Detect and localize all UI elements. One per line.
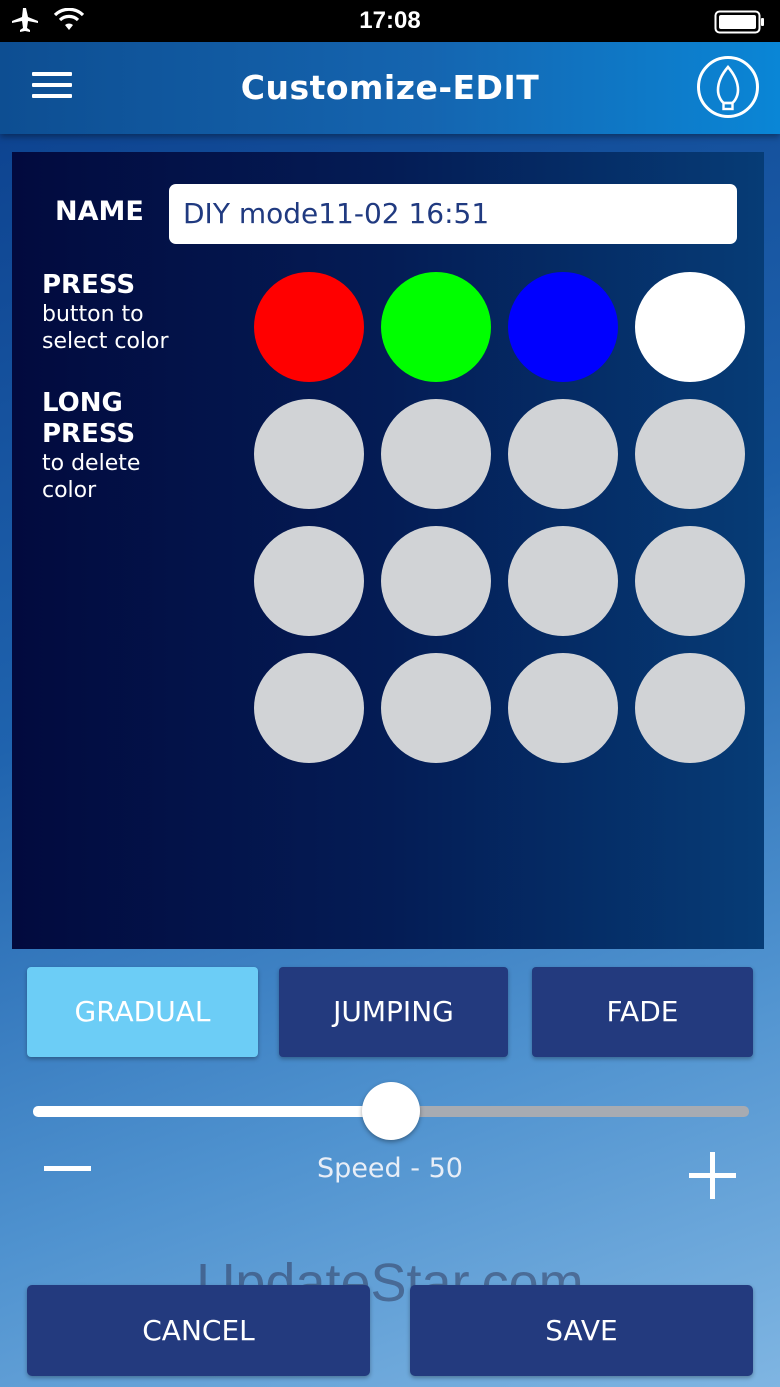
name-input[interactable]: DIY mode11-02 16:51: [169, 184, 737, 244]
long-press-title-1: LONG: [42, 388, 123, 418]
color-swatch[interactable]: [635, 526, 745, 636]
speed-slider-fill[interactable]: [33, 1106, 393, 1117]
color-swatch[interactable]: [254, 653, 364, 763]
press-instruction: PRESS button to select color: [42, 270, 242, 355]
color-swatch[interactable]: [254, 399, 364, 509]
color-swatch[interactable]: [254, 272, 364, 382]
press-line-1: button to: [42, 302, 144, 327]
color-swatch-grid: [254, 272, 746, 764]
color-swatch[interactable]: [508, 399, 618, 509]
save-button[interactable]: SAVE: [410, 1285, 753, 1376]
press-title: PRESS: [42, 270, 136, 300]
color-swatch[interactable]: [381, 399, 491, 509]
press-line-2: select color: [42, 329, 169, 354]
color-swatch[interactable]: [508, 526, 618, 636]
long-press-line-2: color: [42, 478, 97, 503]
name-label: NAME: [55, 196, 144, 227]
speed-slider-thumb[interactable]: [362, 1082, 420, 1140]
gradual-mode-button[interactable]: GRADUAL: [27, 967, 258, 1057]
color-swatch[interactable]: [635, 399, 745, 509]
color-swatch[interactable]: [381, 526, 491, 636]
color-swatch[interactable]: [381, 653, 491, 763]
color-swatch[interactable]: [508, 272, 618, 382]
color-swatch[interactable]: [381, 272, 491, 382]
app-header: Customize-EDIT: [0, 42, 780, 134]
long-press-title-2: PRESS: [42, 419, 136, 449]
light-bulb-icon[interactable]: [697, 56, 759, 118]
color-editor-panel: NAME DIY mode11-02 16:51 PRESS button to…: [12, 152, 764, 949]
color-swatch[interactable]: [508, 653, 618, 763]
jumping-mode-button[interactable]: JUMPING: [279, 967, 508, 1057]
long-press-line-1: to delete: [42, 451, 141, 476]
color-swatch[interactable]: [254, 526, 364, 636]
color-swatch[interactable]: [635, 653, 745, 763]
speed-slider-track[interactable]: [390, 1106, 749, 1117]
page-title: Customize-EDIT: [240, 68, 540, 107]
speed-label: Speed - 50: [317, 1153, 463, 1184]
color-swatch[interactable]: [635, 272, 745, 382]
long-press-instruction: LONG PRESS to delete color: [42, 388, 242, 504]
fade-mode-button[interactable]: FADE: [532, 967, 753, 1057]
battery-icon: [714, 10, 764, 34]
cancel-button[interactable]: CANCEL: [27, 1285, 370, 1376]
plus-icon[interactable]: [689, 1152, 736, 1199]
status-time: 17:08: [359, 7, 421, 34]
status-bar: 17:08: [0, 0, 780, 42]
